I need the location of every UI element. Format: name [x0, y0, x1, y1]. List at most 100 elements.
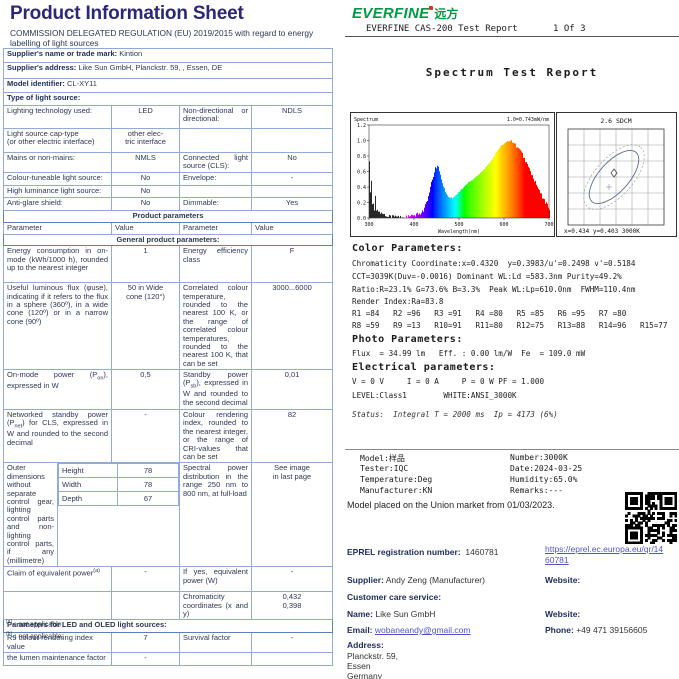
table-cell: Value — [112, 222, 180, 234]
table-cell: Mains or non-mains: — [4, 153, 112, 173]
email-row: Email: wobaneandy@gmail.com — [347, 625, 470, 635]
info-number: Number:3000K — [510, 453, 568, 462]
footnote-a: (a)-: not applicable; — [6, 619, 64, 628]
table-cell: Value — [252, 222, 333, 234]
table-cell: 0,5 — [112, 370, 180, 410]
table-row: On-mode power (Pon), expressed in W0,5St… — [4, 370, 333, 410]
table-cell: LED — [112, 106, 180, 129]
table-cell: If yes, equivalent power (W) — [180, 567, 252, 592]
info-model: Model:样品 — [360, 453, 405, 464]
name-label: Name: — [347, 609, 373, 619]
cie-chromaticity-chart: 2.6 SDCMx=0.434 y=0.403 3000K — [556, 112, 677, 237]
svg-text:0.0: 0.0 — [357, 216, 366, 222]
eprel-registration: EPREL registration number: 1460781 — [347, 547, 499, 557]
table-cell: Light source cap-type(or other electric … — [4, 129, 112, 153]
table-cell — [252, 185, 333, 197]
table-cell: the lumen maintenance factor — [4, 653, 112, 666]
svg-text:0.2: 0.2 — [357, 200, 366, 206]
table-cell: F — [252, 246, 333, 283]
photo-parameters-heading: Photo Parameters: — [352, 334, 463, 345]
everfine-logo-text: EVERFINE — [352, 5, 429, 22]
table-row: High luminance light source:No — [4, 185, 333, 197]
table-row: Depth67 — [59, 492, 179, 506]
email-link[interactable]: wobaneandy@gmail.com — [375, 625, 471, 635]
table-row: Useful luminous flux (φuse), indicating … — [4, 283, 333, 370]
info-tester: Tester:IQC — [360, 464, 408, 473]
table-cell: other elec-tric interface — [112, 129, 180, 153]
header-rule — [345, 36, 679, 37]
report-page-number: 1 Of 3 — [553, 24, 586, 34]
website-row-2: Website: — [545, 609, 580, 619]
table-cell: Height — [59, 464, 118, 478]
table-row: Width78 — [59, 478, 179, 492]
table-row: Product parameters — [4, 210, 333, 222]
status-line: Status: Integral T = 2000 ms Ip = 4173 (… — [352, 410, 558, 419]
address-line: Germany — [347, 671, 382, 679]
table-cell: 78 — [118, 478, 179, 492]
product-info-table: Supplier's name or trade mark: KintionSu… — [3, 48, 333, 666]
table-cell: 78 — [118, 464, 179, 478]
color-line: Ratio:R=23.1% G=73.6% B=3.3% Peak WL:Lp=… — [352, 285, 635, 294]
svg-text:0.4: 0.4 — [357, 185, 366, 191]
customer-care-heading: Customer care service: — [347, 592, 441, 602]
table-cell — [180, 129, 252, 153]
table-cell: Product parameters — [4, 210, 333, 222]
supplier-label: Supplier: — [347, 575, 384, 585]
union-market-text: Model placed on the Union market from 01… — [347, 500, 555, 510]
eprel-link-line-1[interactable]: https://eprel.ec.europa.eu/qr/14 — [545, 544, 663, 554]
table-cell: No — [112, 172, 180, 185]
cri-line-1: R1 =84 R2 =96 R3 =91 R4 =80 R5 =85 R6 =9… — [352, 309, 626, 318]
phone-value: +49 471 39156605 — [576, 625, 647, 635]
svg-text:500: 500 — [454, 222, 463, 228]
table-row: Height78 — [59, 464, 179, 478]
table-cell: 82 — [252, 410, 333, 463]
name-value: Like Sun GmbH — [375, 609, 435, 619]
table-cell: Yes — [252, 197, 333, 210]
table-cell: Depth — [59, 492, 118, 506]
table-cell: - — [112, 567, 180, 592]
table-cell: Parameter — [4, 222, 112, 234]
table-cell: 0,01 — [252, 370, 333, 410]
footnote-b-text: -: not applicable; — [12, 633, 63, 640]
svg-text:600: 600 — [499, 222, 508, 228]
website-label-2: Website: — [545, 609, 580, 619]
table-cell: - — [112, 410, 180, 463]
regulation-text: COMMISSION DELEGATED REGULATION (EU) 201… — [10, 29, 330, 49]
logo-accent-icon — [429, 6, 433, 10]
qr-code-image — [625, 492, 677, 544]
table-cell: Supplier's address: Like Sun GmbH, Planc… — [4, 63, 333, 79]
spectrum-annotation: 1.0=0.743mW/nm — [507, 117, 549, 123]
table-cell: NDLS — [252, 106, 333, 129]
table-cell — [112, 592, 180, 620]
table-cell — [4, 592, 112, 620]
report-header-title: EVERFINE CAS-200 Test Report — [366, 24, 518, 34]
eprel-link-line-2[interactable]: 60781 — [545, 555, 569, 565]
supplier-row: Supplier: Andy Zeng (Manufacturer) — [347, 575, 485, 585]
cri-line-2: R8 =59 R9 =13 R10=91 R11=80 R12=75 R13=8… — [352, 321, 667, 330]
info-manufacturer: Manufacturer:KN — [360, 486, 432, 495]
table-cell: Standby power (Psb), expressed in W and … — [180, 370, 252, 410]
table-row: Anti-glare shield:NoDimmable:Yes — [4, 197, 333, 210]
table-cell: Connected light source (CLS): — [180, 153, 252, 173]
table-cell: Networked standby power (Pnet) for CLS, … — [4, 410, 112, 463]
svg-text:1.2: 1.2 — [357, 123, 366, 129]
spectrum-bars — [369, 140, 550, 218]
table-cell: 7 — [112, 633, 180, 653]
everfine-logo-cjk: 远方 — [434, 7, 458, 21]
table-cell: Useful luminous flux (φuse), indicating … — [4, 283, 112, 370]
table-row: Energy consumption in on-mode (kWh/1000 … — [4, 246, 333, 283]
table-cell: See imagein last page — [252, 463, 333, 567]
table-cell: No — [112, 197, 180, 210]
everfine-logo: EVERFINE 远方 — [352, 5, 458, 23]
sdcm-title: 2.6 SDCM — [600, 117, 631, 125]
table-cell: Dimmable: — [180, 197, 252, 210]
address-line: Planckstr. 59, — [347, 651, 398, 661]
table-cell: Parameter — [180, 222, 252, 234]
table-cell: 0,4320,398 — [252, 592, 333, 620]
info-humidity: Humidity:65.0% — [510, 475, 577, 484]
dimensions-subtable: Height78Width78Depth67 — [58, 463, 179, 506]
table-cell: Anti-glare shield: — [4, 197, 112, 210]
svg-text:300: 300 — [364, 222, 373, 228]
table-cell: Survival factor — [180, 633, 252, 653]
page-root: Product Information Sheet COMMISSION DEL… — [0, 0, 679, 679]
